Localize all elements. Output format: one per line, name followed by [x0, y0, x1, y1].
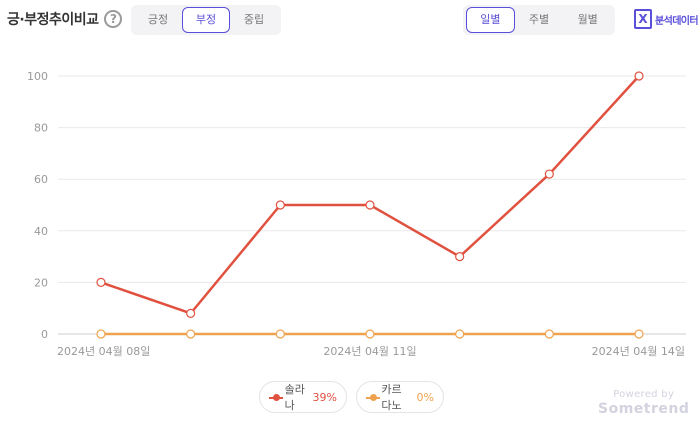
data-point: [186, 329, 196, 339]
legend-marker-icon: [366, 393, 380, 402]
x-tick-label: 2024년 04월 08일: [57, 344, 150, 358]
legend-label: 솔라나: [284, 383, 305, 412]
data-point: [455, 329, 465, 339]
y-tick-label: 80: [34, 122, 48, 135]
powered-by-text: Powered by: [613, 389, 675, 400]
x-tick-label: 2024년 04월 11일: [323, 344, 416, 358]
data-point: [275, 200, 285, 210]
data-point: [455, 252, 465, 262]
data-point: [544, 169, 554, 179]
data-point: [634, 71, 644, 81]
data-point: [365, 200, 375, 210]
y-tick-label: 100: [27, 70, 48, 83]
legend-label: 카르다노: [381, 383, 402, 412]
y-tick-label: 20: [34, 276, 48, 289]
series-line: [100, 75, 640, 315]
powered-by-logo: Powered by Sometrend: [598, 389, 689, 417]
y-tick-label: 0: [41, 328, 48, 341]
y-tick-label: 40: [34, 225, 48, 238]
legend-item-cardano[interactable]: 카르다노 0%: [356, 381, 444, 413]
legend-share: 39%: [312, 390, 337, 404]
x-tick-label: 2024년 04월 14일: [592, 344, 685, 358]
x-axis: 2024년 04월 08일 2024년 04월 11일 2024년 04월 14일: [57, 344, 685, 358]
chart-series: [96, 71, 644, 339]
data-point: [634, 329, 644, 339]
legend-marker-icon: [269, 393, 283, 402]
data-point: [186, 308, 196, 318]
y-tick-label: 60: [34, 173, 48, 186]
brand-name: Sometrend: [598, 401, 690, 417]
data-point: [365, 329, 375, 339]
y-axis: 0 20 40 60 80 100: [27, 70, 48, 341]
line-chart: 020406080100 2024년 04월 08일 2024년 04월 11일 2…: [27, 70, 686, 358]
legend-share: 0%: [416, 390, 434, 404]
data-point: [96, 277, 106, 287]
data-point: [96, 329, 106, 339]
legend-item-solana[interactable]: 솔라나 39%: [259, 381, 347, 413]
data-point: [544, 329, 554, 339]
data-point: [275, 329, 285, 339]
